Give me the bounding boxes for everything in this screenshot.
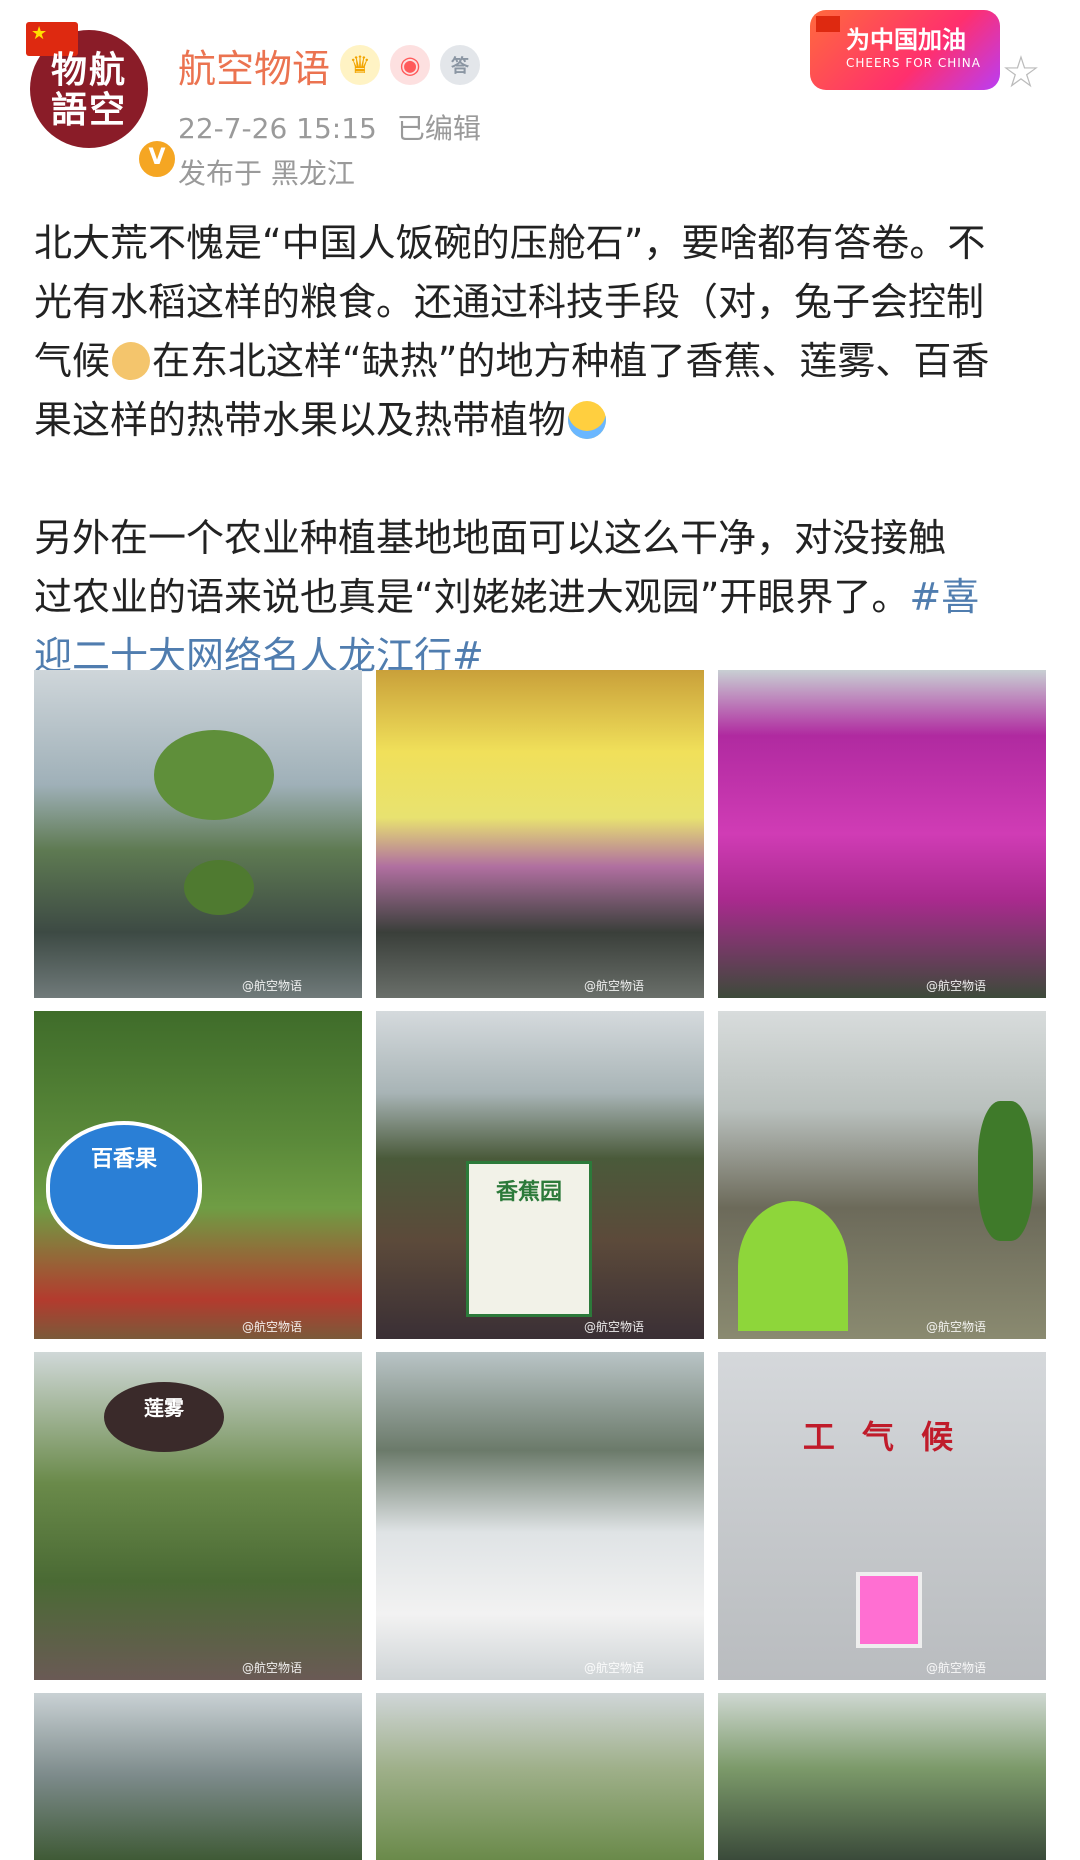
- edited-label: 已编辑: [396, 112, 481, 145]
- banana-garden-sign: 香蕉园: [466, 1161, 592, 1317]
- watermark: @航空物语: [241, 1661, 302, 1675]
- post-line: 气候 在东北这样“缺热”的地方种植了香蕉、莲雾、百香: [34, 339, 990, 383]
- doge-emoji-icon: [112, 342, 151, 380]
- watermark: @航空物语: [583, 1320, 644, 1334]
- image-thumb-wax-apple[interactable]: 莲雾 @航空物语: [34, 1352, 362, 1680]
- image-thumb-greenhouse-ferns[interactable]: @航空物语: [34, 670, 362, 998]
- post-line: 另外在一个农业种植基地地面可以这么干净，对没接触: [34, 516, 947, 560]
- post-header: 物航 語空 V 航空物语 ♛ ◉ 答 22-7-26 15:15 已编辑 发布于 …: [0, 0, 1080, 190]
- avatar-logo-text: 物航 語空: [50, 49, 127, 131]
- image-thumb-banana-garden[interactable]: 香蕉园 @航空物语: [376, 1011, 704, 1339]
- verified-icon: V: [136, 138, 178, 180]
- medal-badge-icon[interactable]: 答: [440, 45, 481, 85]
- promo-subtitle: CHEERS FOR CHINA: [846, 56, 981, 70]
- post-line: 光有水稻这样的粮食。还通过科技手段（对，兔子会控制: [34, 280, 985, 324]
- passion-fruit-sign: 百香果: [46, 1121, 202, 1249]
- crying-laugh-emoji-icon: [568, 401, 607, 439]
- name-row: 航空物语 ♛ ◉ 答: [178, 38, 481, 93]
- image-thumb-passion-fruit[interactable]: 百香果 @航空物语: [34, 1011, 362, 1339]
- watermark: @航空物语: [925, 1661, 986, 1675]
- image-thumb-banana-bunch[interactable]: @航空物语: [718, 1011, 1046, 1339]
- hashtag-link[interactable]: #喜: [909, 575, 979, 619]
- post-meta: 22-7-26 15:15 已编辑: [178, 107, 481, 147]
- image-thumb-orchids-yellow[interactable]: @航空物语: [376, 670, 704, 998]
- post-line: 果这样的热带水果以及热带植物: [34, 391, 1044, 450]
- artificial-climate-sign: 工 气 候: [802, 1418, 962, 1456]
- post-text: 北大荒不愧是“中国人饭碗的压舱石”，要啥都有答卷。不 光有水稻这样的粮食。还通过…: [34, 214, 1044, 686]
- watermark: @航空物语: [241, 1320, 302, 1334]
- post-time: 22-7-26 15:15: [178, 112, 377, 145]
- balloon-badge-icon[interactable]: ◉: [390, 45, 431, 85]
- watermark: @航空物语: [583, 1661, 644, 1675]
- image-thumb-hydroponics[interactable]: [376, 1693, 704, 1860]
- image-thumb-greenhouse-roof[interactable]: [34, 1693, 362, 1860]
- watermark: @航空物语: [925, 1320, 986, 1334]
- post-line: 过农业的语来说也真是“刘姥姥进大观园”开眼界了。#喜: [34, 575, 980, 619]
- image-thumb-palm-visitors[interactable]: [718, 1693, 1046, 1860]
- flag-icon: [816, 16, 840, 32]
- crown-badge-icon[interactable]: ♛: [340, 45, 381, 85]
- promo-title: 为中国加油: [846, 26, 966, 54]
- watermark: @航空物语: [241, 979, 302, 993]
- post-line: 北大荒不愧是“中国人饭碗的压舱石”，要啥都有答卷。不: [34, 221, 986, 265]
- image-thumb-artificial-climate[interactable]: 工 气 候 @航空物语: [718, 1352, 1046, 1680]
- username[interactable]: 航空物语: [178, 38, 330, 93]
- favorite-star-icon[interactable]: ☆: [998, 50, 1044, 96]
- post-location: 发布于 黑龙江: [178, 157, 355, 190]
- avatar[interactable]: 物航 語空 V: [26, 22, 178, 180]
- image-thumb-orchids-purple[interactable]: @航空物语: [718, 670, 1046, 998]
- watermark: @航空物语: [925, 979, 986, 993]
- image-thumb-greenhouse-corridor[interactable]: @航空物语: [376, 1352, 704, 1680]
- watermark: @航空物语: [583, 979, 644, 993]
- cheers-for-china-banner[interactable]: 为中国加油 CHEERS FOR CHINA: [810, 10, 1000, 90]
- wax-apple-sign: 莲雾: [104, 1382, 224, 1452]
